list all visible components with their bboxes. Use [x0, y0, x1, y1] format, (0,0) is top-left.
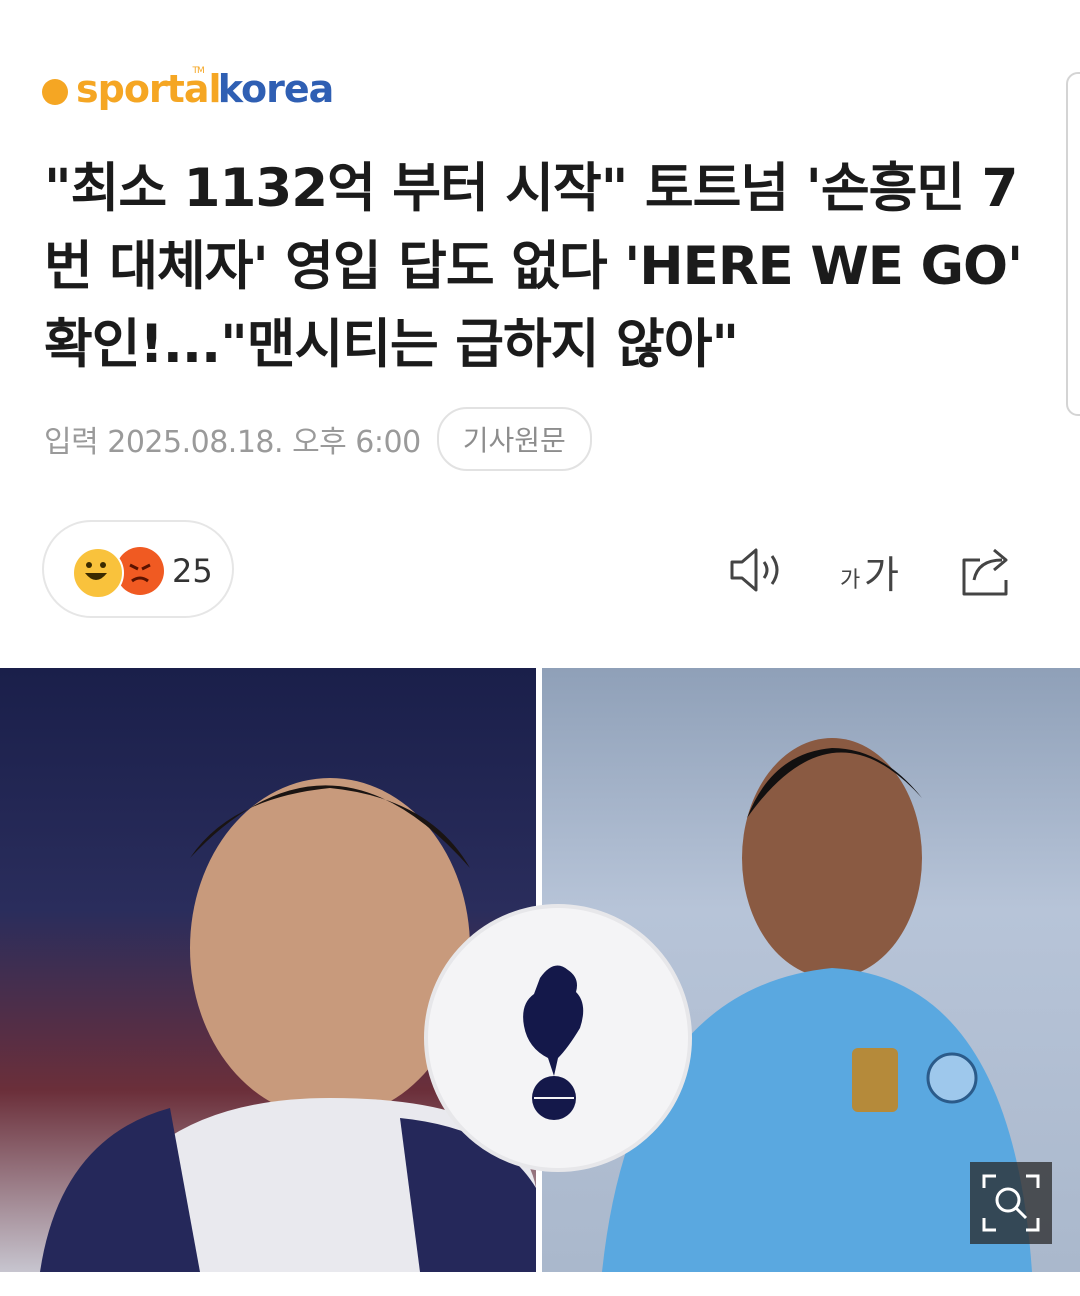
zoom-icon — [982, 1174, 1040, 1232]
logo-text-sport: sport — [76, 67, 185, 111]
side-tab-handle[interactable] — [1066, 72, 1080, 416]
tottenham-crest-icon — [523, 965, 584, 1120]
logo-trademark: TM — [192, 66, 205, 76]
font-size-small-label: 가 — [840, 568, 861, 593]
font-size-button[interactable]: 가 가 — [838, 540, 908, 600]
zoom-image-button[interactable] — [970, 1162, 1052, 1244]
text-to-speech-button[interactable] — [728, 540, 788, 600]
tottenham-crest-badge — [424, 904, 692, 1172]
reaction-count: 25 — [172, 552, 213, 590]
logo-dot-icon — [42, 79, 68, 105]
reaction-button[interactable]: 25 — [42, 520, 234, 618]
share-button[interactable] — [958, 540, 1018, 600]
publish-date: 입력 2025.08.18. 오후 6:00 — [44, 425, 421, 460]
logo-text-korea: korea — [217, 67, 335, 111]
font-size-large-label: 가 — [864, 553, 899, 597]
sportalkorea-logo[interactable]: sport al TM korea — [42, 64, 335, 114]
article-photo[interactable] — [0, 668, 1080, 1272]
speaker-icon — [730, 548, 779, 592]
article-meta: 입력 2025.08.18. 오후 6:00 기사원문 — [44, 407, 592, 471]
article-title: "최소 1132억 부터 시작" 토트넘 '손흥민 7번 대체자' 영입 답도 … — [44, 158, 1023, 375]
share-icon — [962, 548, 1008, 596]
happy-emoji-icon — [72, 547, 124, 599]
original-article-button[interactable]: 기사원문 — [436, 407, 592, 471]
